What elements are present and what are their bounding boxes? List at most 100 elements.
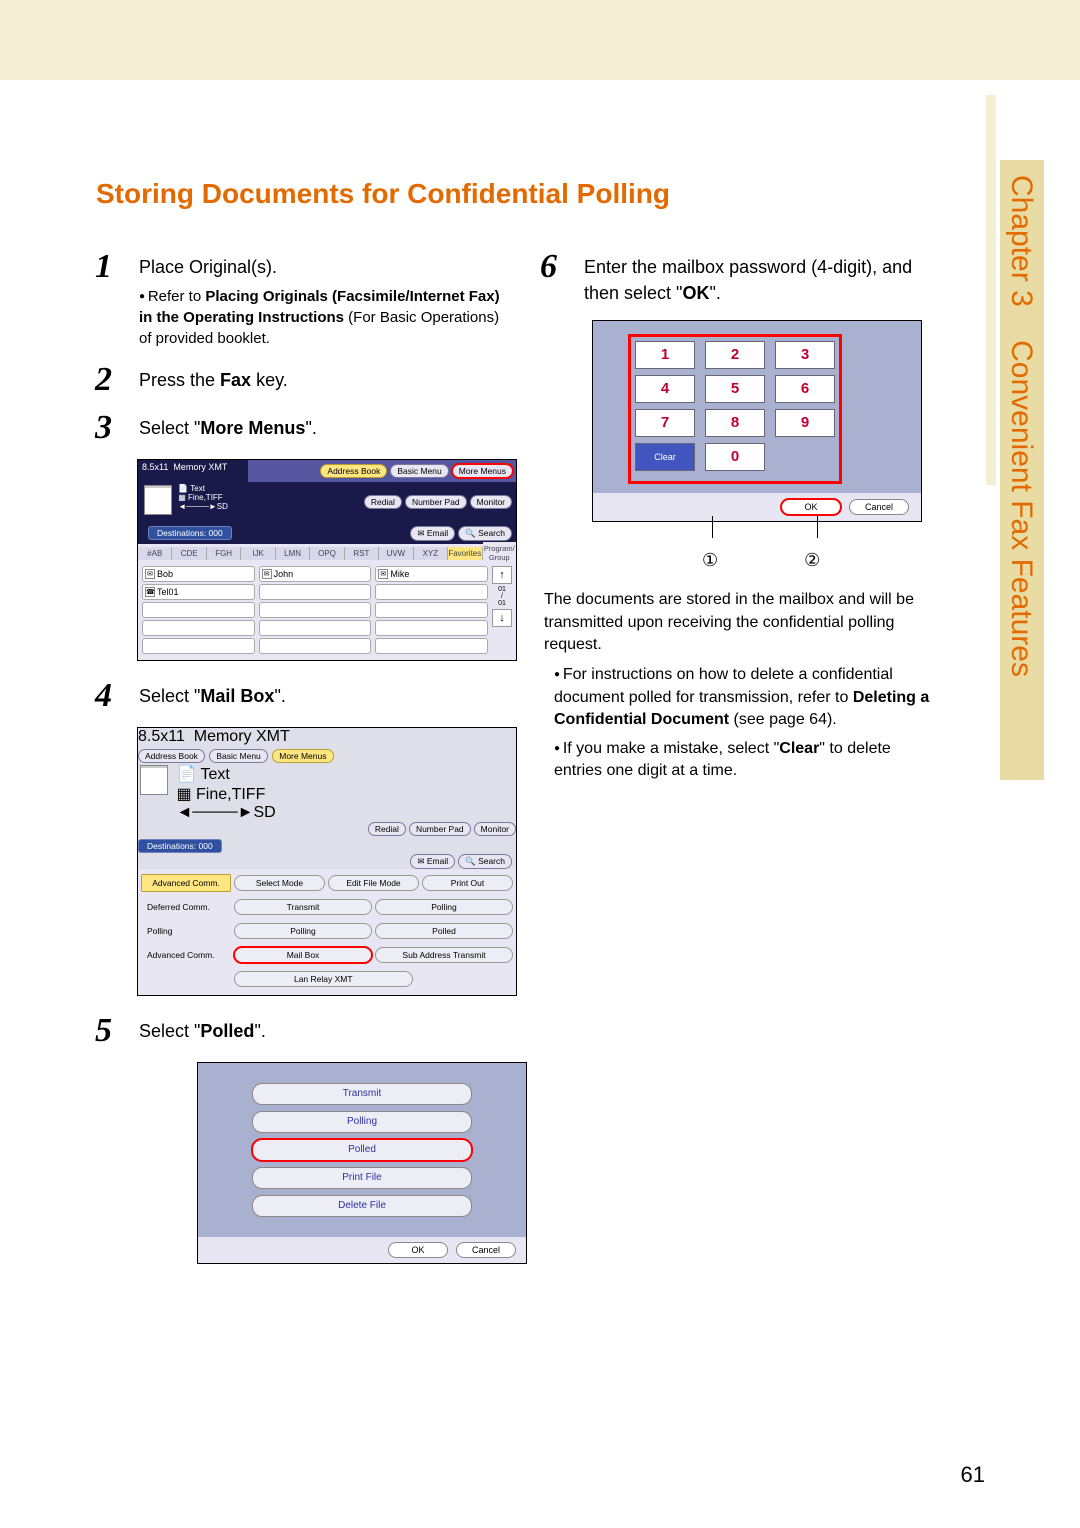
keypad-6[interactable]: 6 (775, 375, 835, 403)
ok-button[interactable]: OK (781, 499, 841, 515)
step-6: 6 Enter the mailbox password (4-digit), … (540, 250, 940, 306)
contact-empty[interactable] (259, 638, 372, 654)
cancel-button[interactable]: Cancel (456, 1242, 516, 1258)
step-number: 3 (95, 411, 125, 445)
delete-file-button[interactable]: Delete File (252, 1195, 472, 1217)
tab-rst[interactable]: RST (345, 547, 379, 560)
keypad-4[interactable]: 4 (635, 375, 695, 403)
tab-cde[interactable]: CDE (172, 547, 206, 560)
lan-relay-xmt-button[interactable]: Lan Relay XMT (234, 971, 413, 987)
basic-menu-button[interactable]: Basic Menu (209, 749, 267, 763)
after-step6-paragraph: The documents are stored in the mailbox … (544, 589, 940, 656)
more-menus-button[interactable]: More Menus (452, 464, 513, 478)
contact-empty[interactable] (375, 620, 488, 636)
sub-address-transmit-button[interactable]: Sub Address Transmit (375, 947, 513, 963)
address-book-button[interactable]: Address Book (138, 749, 205, 763)
contact-empty[interactable] (375, 602, 488, 618)
contact-empty[interactable] (259, 620, 372, 636)
step-5: 5 Select "Polled". (95, 1014, 515, 1048)
step-1: 1 Place Original(s). Refer to Placing Or… (95, 250, 515, 349)
email-button[interactable]: ✉ Email (410, 854, 455, 869)
monitor-button[interactable]: Monitor (470, 495, 512, 509)
polled-button[interactable]: Polled (252, 1139, 472, 1161)
paper-icon (144, 485, 172, 515)
contact-empty[interactable] (142, 638, 255, 654)
select-mode-button[interactable]: Select Mode (234, 875, 325, 891)
contact-john[interactable]: ✉John (259, 566, 372, 582)
contact-empty[interactable] (259, 602, 372, 618)
step-number: 1 (95, 250, 125, 349)
step-body: Select "Mail Box". (139, 679, 286, 713)
keypad-2[interactable]: 2 (705, 341, 765, 369)
polled-button[interactable]: Polled (375, 923, 513, 939)
destinations-badge[interactable]: Destinations: 000 (138, 839, 222, 853)
tab-opq[interactable]: OPQ (310, 547, 344, 560)
contact-bob[interactable]: ✉Bob (142, 566, 255, 582)
polling-button[interactable]: Polling (252, 1111, 472, 1133)
scroll-up-button[interactable]: ↑ (492, 566, 512, 584)
more-menus-button[interactable]: More Menus (272, 749, 333, 763)
after-bullet-2: If you make a mistake, select "Clear" to… (554, 738, 940, 783)
step-body: Place Original(s). Refer to Placing Orig… (139, 250, 515, 349)
mail-box-button[interactable]: Mail Box (234, 947, 372, 963)
keypad-9[interactable]: 9 (775, 409, 835, 437)
step-body: Select "Polled". (139, 1014, 266, 1048)
step-number: 2 (95, 363, 125, 397)
keypad-clear[interactable]: Clear (635, 443, 695, 471)
search-button[interactable]: 🔍 Search (458, 526, 512, 541)
edit-file-mode-button[interactable]: Edit File Mode (328, 875, 419, 891)
fine-tiff-label: Fine,TIFF (188, 493, 223, 502)
transmit-button[interactable]: Transmit (252, 1083, 472, 1105)
contact-empty[interactable] (142, 620, 255, 636)
keypad-8[interactable]: 8 (705, 409, 765, 437)
monitor-button[interactable]: Monitor (474, 822, 516, 836)
advanced-comm-tab[interactable]: Advanced Comm. (141, 874, 231, 892)
print-out-button[interactable]: Print Out (422, 875, 513, 891)
tab-lmn[interactable]: LMN (276, 547, 310, 560)
basic-menu-button[interactable]: Basic Menu (390, 464, 448, 478)
tab-program-group[interactable]: Program/ Group (483, 542, 516, 564)
polling-button[interactable]: Polling (375, 899, 513, 915)
keypad-1[interactable]: 1 (635, 341, 695, 369)
contacts-grid: ✉Bob ✉John ✉Mike ☎Tel01 ↑ 01 / (138, 562, 516, 660)
contact-tel01[interactable]: ☎Tel01 (142, 584, 255, 600)
scroll-down-button[interactable]: ↓ (492, 609, 512, 627)
cancel-button[interactable]: Cancel (849, 499, 909, 515)
print-file-button[interactable]: Print File (252, 1167, 472, 1189)
tab-ijk[interactable]: IJK (241, 547, 275, 560)
chapter-word: Chapter (1005, 175, 1038, 282)
number-pad-button[interactable]: Number Pad (405, 495, 467, 509)
tab-fgh[interactable]: FGH (207, 547, 241, 560)
email-icon: ✉ (378, 569, 388, 579)
sd-indicator: SD (217, 502, 228, 511)
email-button[interactable]: ✉ Email (410, 526, 455, 541)
contact-empty[interactable] (375, 638, 488, 654)
tab-favorites[interactable]: Favorites (448, 547, 482, 560)
number-pad-button[interactable]: Number Pad (409, 822, 471, 836)
text-mode-label: Text (190, 484, 205, 493)
destinations-badge[interactable]: Destinations: 000 (148, 526, 232, 540)
redial-button[interactable]: Redial (364, 495, 402, 509)
scroll-indicator: 01 / 01 (492, 586, 512, 607)
ok-button[interactable]: OK (388, 1242, 448, 1258)
phone-icon: ☎ (145, 587, 155, 597)
address-book-button[interactable]: Address Book (320, 464, 387, 478)
tab-xyz[interactable]: XYZ (414, 547, 448, 560)
contact-mike[interactable]: ✉Mike (375, 566, 488, 582)
transmit-button[interactable]: Transmit (234, 899, 372, 915)
tab-uvw[interactable]: UVW (379, 547, 413, 560)
paper-size: 8.5x11 (142, 462, 168, 472)
search-button[interactable]: 🔍 Search (458, 854, 512, 869)
redial-button[interactable]: Redial (368, 822, 406, 836)
tab-ab[interactable]: #AB (138, 547, 172, 560)
polling-label: Polling (141, 922, 231, 940)
contact-empty[interactable] (375, 584, 488, 600)
contact-empty[interactable] (142, 602, 255, 618)
keypad-3[interactable]: 3 (775, 341, 835, 369)
keypad-0[interactable]: 0 (705, 443, 765, 471)
keypad-5[interactable]: 5 (705, 375, 765, 403)
polling-button2[interactable]: Polling (234, 923, 372, 939)
callout-2: ② (804, 550, 820, 571)
contact-empty[interactable] (259, 584, 372, 600)
keypad-7[interactable]: 7 (635, 409, 695, 437)
